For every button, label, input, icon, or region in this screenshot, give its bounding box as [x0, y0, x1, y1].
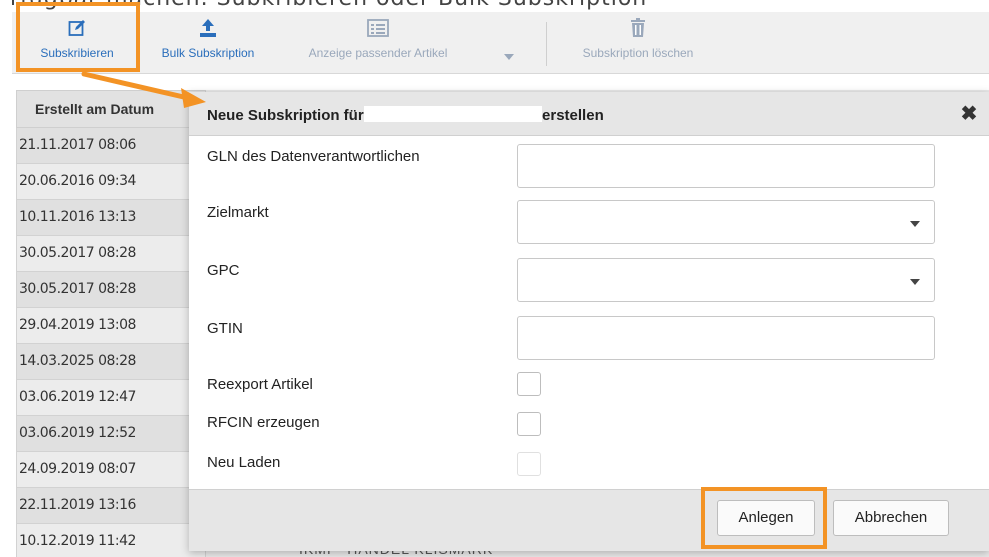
subscribe-highlight-box: [16, 2, 140, 72]
table-row[interactable]: 24.09.2019 08:07: [16, 452, 206, 488]
delete-subscription-label: Subskription löschen: [582, 46, 694, 60]
dialog-title: Neue Subskription für erstellen: [207, 106, 604, 124]
rfcin-checkbox[interactable]: [517, 412, 541, 436]
gtin-label: GTIN: [207, 320, 243, 337]
dialog-title-prefix: Neue Subskription für: [207, 107, 364, 124]
matching-articles-button[interactable]: Anzeige passender Artikel: [284, 12, 472, 74]
gln-input[interactable]: [517, 144, 935, 188]
bulk-subscription-button[interactable]: Bulk Subskription: [142, 12, 274, 74]
reexport-checkbox[interactable]: [517, 372, 541, 396]
grid-header-created-date[interactable]: Erstellt am Datum: [16, 90, 206, 128]
table-row[interactable]: 14.03.2025 08:28: [16, 344, 206, 380]
list-icon: [367, 18, 389, 38]
table-row[interactable]: 29.04.2019 13:08: [16, 308, 206, 344]
toolbar: Subskribieren Bulk Subskription Anzeige …: [12, 12, 989, 74]
chevron-down-icon: [910, 221, 920, 227]
reexport-label: Reexport Artikel: [207, 376, 313, 393]
create-highlight-box: [701, 487, 827, 549]
cancel-button[interactable]: Abbrechen: [833, 500, 949, 536]
table-row[interactable]: 10.12.2019 11:42: [16, 524, 206, 557]
gtin-input[interactable]: [517, 316, 935, 360]
toolbar-separator: [546, 22, 547, 66]
table-row[interactable]: 30.05.2017 08:28: [16, 236, 206, 272]
bulk-subscription-label: Bulk Subskription: [161, 46, 255, 60]
gpc-select[interactable]: [517, 258, 935, 302]
dialog-footer: Anlegen Abbrechen: [189, 489, 989, 551]
rfcin-label: RFCIN erzeugen: [207, 414, 320, 431]
trash-icon: [627, 18, 649, 38]
dialog-header: Neue Subskription für erstellen ✖: [189, 92, 989, 136]
table-row[interactable]: 21.11.2017 08:06: [16, 128, 206, 164]
table-row[interactable]: 30.05.2017 08:28: [16, 272, 206, 308]
table-row[interactable]: 10.11.2016 13:13: [16, 200, 206, 236]
upload-icon: [197, 18, 219, 38]
dialog-title-suffix: erstellen: [542, 107, 604, 124]
zielmarkt-select[interactable]: [517, 200, 935, 244]
neu-laden-checkbox[interactable]: [517, 452, 541, 476]
close-icon[interactable]: ✖: [959, 104, 979, 124]
neu-laden-label: Neu Laden: [207, 454, 281, 471]
redacted-name: [363, 106, 542, 122]
table-row[interactable]: 03.06.2019 12:52: [16, 416, 206, 452]
gln-label: GLN des Datenverantwortlichen: [207, 148, 420, 165]
zielmarkt-label: Zielmarkt: [207, 204, 269, 221]
gpc-label: GPC: [207, 262, 240, 279]
chevron-down-icon: [910, 279, 920, 285]
table-row[interactable]: 03.06.2019 12:47: [16, 380, 206, 416]
table-row[interactable]: 22.11.2019 13:16: [16, 488, 206, 524]
new-subscription-dialog: Neue Subskription für erstellen ✖ GLN de…: [189, 92, 989, 551]
matching-articles-label: Anzeige passender Artikel: [308, 46, 448, 60]
delete-subscription-button[interactable]: Subskription löschen: [560, 12, 716, 74]
table-row[interactable]: 20.06.2016 09:34: [16, 164, 206, 200]
matching-dropdown-caret-icon[interactable]: [504, 54, 514, 60]
